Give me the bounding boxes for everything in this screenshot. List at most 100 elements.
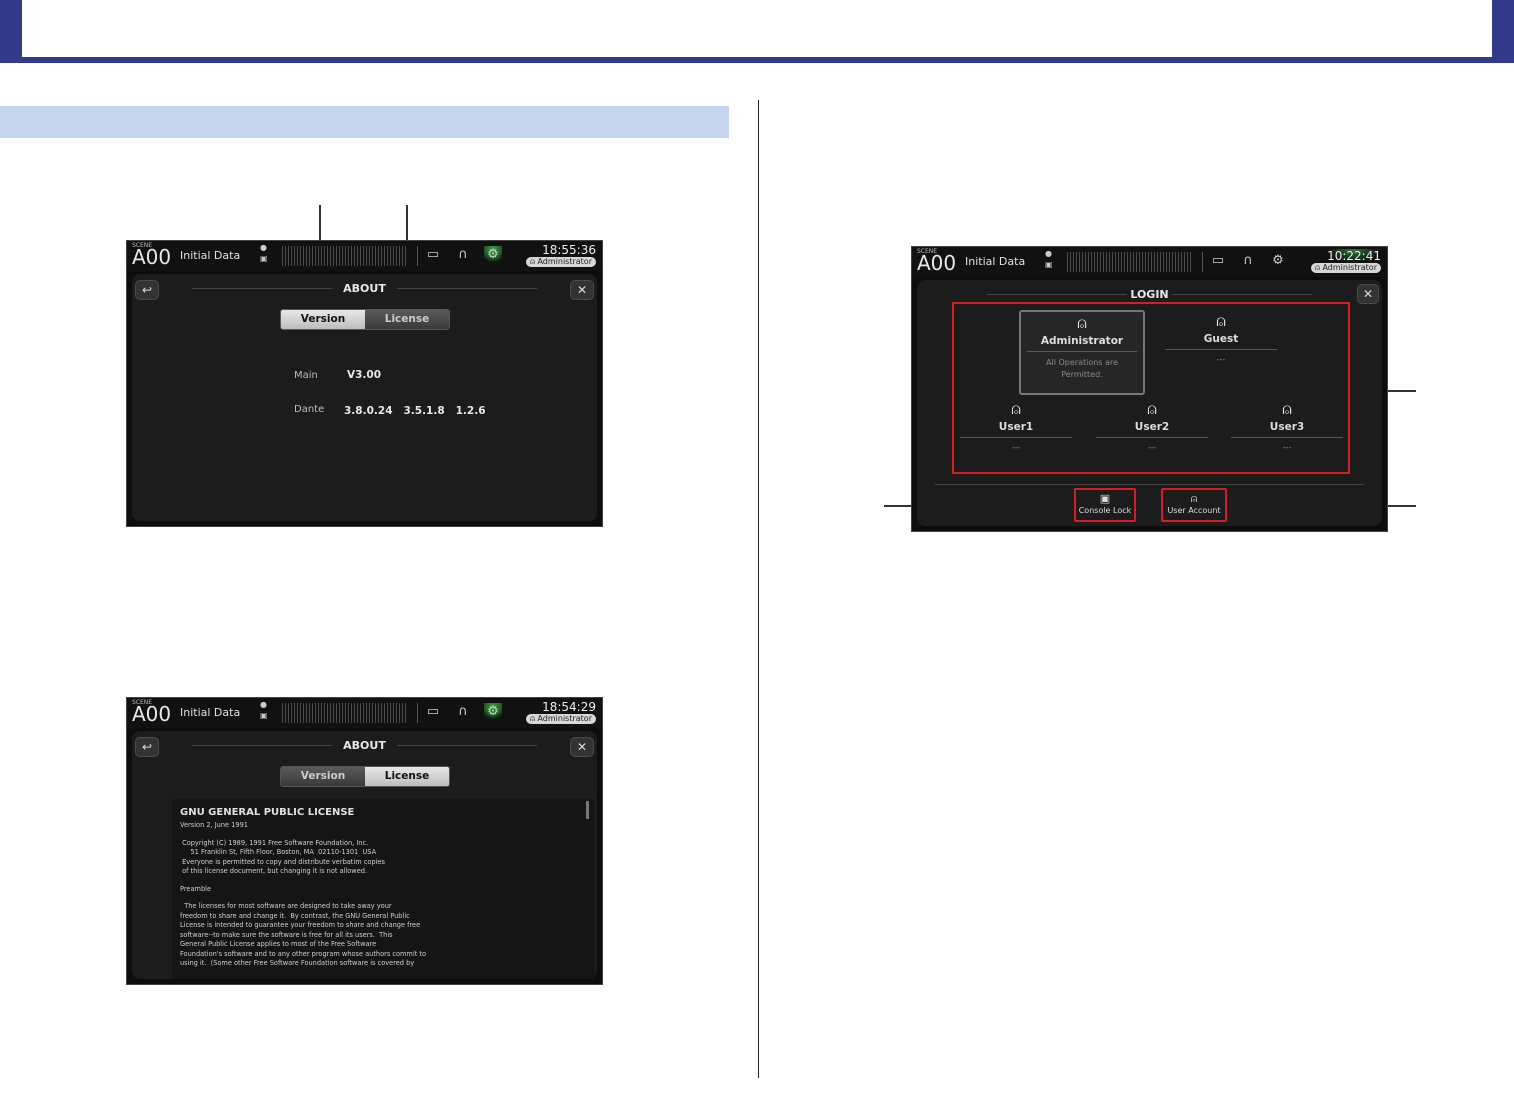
title-rule-right bbox=[1172, 294, 1312, 295]
license-line: Foundation's software and to any other p… bbox=[180, 949, 426, 958]
license-spacer bbox=[172, 877, 594, 885]
lock-small-icon: ▣ bbox=[260, 711, 268, 720]
dante-version: 3.8.0.24 3.5.1.8 1.2.6 bbox=[344, 405, 486, 417]
console-lock-button[interactable]: ▣ Console Lock bbox=[1074, 488, 1136, 522]
account-description: --- bbox=[1216, 355, 1226, 364]
license-line: General Public License applies to most o… bbox=[180, 940, 377, 948]
main-label: Main bbox=[294, 370, 318, 381]
license-line: freedom to share and change it. By contr… bbox=[180, 911, 410, 920]
clock: 18:54:29 bbox=[542, 700, 596, 714]
sd-icon: ● bbox=[260, 243, 267, 252]
header-tab-right bbox=[1492, 0, 1514, 63]
manual-page: SCENE A00 Initial Data ● ▣ ▭ ∩ ⚙ 18:55:3… bbox=[0, 0, 1514, 1120]
login-screen: SCENE A00 Initial Data ● ▣ ▭ ∩ ⚙ 10:22:4… bbox=[911, 246, 1388, 532]
license-line: Preamble bbox=[180, 884, 212, 893]
tab-license[interactable]: License bbox=[365, 310, 449, 329]
recorder-icon[interactable]: ▭ bbox=[424, 703, 442, 721]
license-title: GNU GENERAL PUBLIC LICENSE bbox=[180, 807, 355, 818]
scene-number[interactable]: A00 bbox=[132, 704, 171, 724]
header-rule bbox=[0, 57, 1514, 63]
license-spacer bbox=[172, 831, 594, 839]
headphones-icon[interactable]: ∩ bbox=[454, 703, 472, 721]
account-guest[interactable]: ⍝ Guest --- bbox=[1165, 312, 1277, 364]
about-panel: ↩ ABOUT ✕ Version License Main V3.00 Dan… bbox=[132, 274, 597, 521]
user-badge[interactable]: ⍝ Administrator bbox=[1311, 263, 1381, 273]
scene-name[interactable]: Initial Data bbox=[180, 706, 240, 719]
login-panel: LOGIN ✕ ⍝ Administrator All Operations a… bbox=[917, 280, 1382, 526]
account-name: Guest bbox=[1203, 333, 1239, 345]
main-version: V3.00 bbox=[347, 369, 382, 381]
status-bar: SCENE A00 Initial Data ● ▣ ▭ ∩ ⚙ 10:22:4… bbox=[912, 247, 1387, 277]
level-meters bbox=[282, 703, 407, 723]
scene-name[interactable]: Initial Data bbox=[180, 249, 240, 262]
scene-number[interactable]: A00 bbox=[132, 247, 171, 267]
tab-license[interactable]: License bbox=[365, 767, 449, 786]
gear-icon[interactable]: ⚙ bbox=[484, 703, 502, 721]
header-tab-left bbox=[0, 0, 22, 63]
account-description: --- bbox=[1282, 443, 1292, 452]
panel-title: LOGIN bbox=[1130, 288, 1169, 301]
clock: 18:55:36 bbox=[542, 243, 596, 257]
about-version-screen: SCENE A00 Initial Data ● ▣ ▭ ∩ ⚙ 18:55:3… bbox=[126, 240, 603, 527]
license-text-area[interactable]: GNU GENERAL PUBLIC LICENSE Version 2, Ju… bbox=[172, 799, 594, 979]
headphones-icon[interactable]: ∩ bbox=[1239, 252, 1257, 270]
account-user2[interactable]: ⍝ User2 --- bbox=[1096, 400, 1208, 452]
recorder-icon[interactable]: ▭ bbox=[424, 246, 442, 264]
sd-icon: ● bbox=[1045, 249, 1052, 258]
account-underline bbox=[1027, 351, 1137, 352]
account-name: Administrator bbox=[1040, 335, 1124, 347]
close-button[interactable]: ✕ bbox=[570, 280, 594, 300]
user-badge[interactable]: ⍝ Administrator bbox=[526, 257, 596, 267]
scene-number[interactable]: A00 bbox=[917, 253, 956, 273]
title-rule-right bbox=[397, 745, 537, 746]
license-line: Everyone is permitted to copy and distri… bbox=[180, 857, 385, 866]
lock-icon: ▣ bbox=[1099, 492, 1111, 505]
license-line: software--to make sure the software is f… bbox=[180, 930, 393, 939]
dante-label: Dante bbox=[294, 404, 325, 415]
clock: 10:22:41 bbox=[1327, 249, 1381, 263]
account-administrator[interactable]: ⍝ Administrator All Operations are Permi… bbox=[1019, 310, 1145, 395]
user2-icon: ⍝ bbox=[1147, 399, 1157, 418]
license-line: Copyright (C) 1989, 1991 Free Software F… bbox=[180, 838, 369, 847]
user-icon: ⍝ bbox=[1077, 313, 1087, 332]
user1-icon: ⍝ bbox=[1011, 399, 1021, 418]
lock-small-icon: ▣ bbox=[1045, 260, 1053, 269]
account-underline bbox=[1165, 349, 1277, 350]
scrollbar-thumb[interactable] bbox=[586, 801, 589, 819]
toolbar-separator bbox=[1202, 252, 1203, 272]
license-line: 51 Franklin St, Fifth Floor, Boston, MA … bbox=[180, 848, 377, 856]
close-icon: ✕ bbox=[576, 740, 588, 754]
status-bar: SCENE A00 Initial Data ● ▣ ▭ ∩ ⚙ 18:54:2… bbox=[127, 698, 602, 728]
level-meters bbox=[1067, 252, 1192, 272]
account-user3[interactable]: ⍝ User3 --- bbox=[1231, 400, 1343, 452]
account-name: User1 bbox=[998, 421, 1034, 433]
license-line: License is intended to guarantee your fr… bbox=[180, 921, 421, 929]
headphones-icon[interactable]: ∩ bbox=[454, 246, 472, 264]
account-user1[interactable]: ⍝ User1 --- bbox=[960, 400, 1072, 452]
account-underline bbox=[1231, 437, 1343, 438]
close-icon: ✕ bbox=[576, 283, 588, 297]
account-name: User2 bbox=[1134, 421, 1170, 433]
scene-name[interactable]: Initial Data bbox=[965, 255, 1025, 268]
license-line: of this license document, but changing i… bbox=[180, 867, 368, 875]
gear-icon[interactable]: ⚙ bbox=[484, 246, 502, 264]
user-icon: ⍝ bbox=[1190, 492, 1198, 505]
account-description: --- bbox=[1011, 443, 1021, 452]
tab-version[interactable]: Version bbox=[281, 310, 365, 329]
user-badge-label: Administrator bbox=[537, 257, 592, 266]
gear-icon[interactable]: ⚙ bbox=[1269, 252, 1287, 270]
about-license-screen: SCENE A00 Initial Data ● ▣ ▭ ∩ ⚙ 18:54:2… bbox=[126, 697, 603, 985]
user3-icon: ⍝ bbox=[1282, 399, 1292, 418]
section-heading-band bbox=[0, 106, 729, 138]
title-rule-right bbox=[397, 288, 537, 289]
user-badge[interactable]: ⍝ Administrator bbox=[526, 714, 596, 724]
user-account-label: User Account bbox=[1167, 506, 1221, 515]
user-account-button[interactable]: ⍝ User Account bbox=[1161, 488, 1227, 522]
console-lock-label: Console Lock bbox=[1078, 506, 1132, 515]
toolbar-separator bbox=[417, 246, 418, 266]
tab-version[interactable]: Version bbox=[281, 767, 365, 786]
close-button[interactable]: ✕ bbox=[1357, 284, 1379, 304]
close-button[interactable]: ✕ bbox=[570, 737, 594, 757]
toolbar-separator bbox=[417, 703, 418, 723]
recorder-icon[interactable]: ▭ bbox=[1209, 252, 1227, 270]
